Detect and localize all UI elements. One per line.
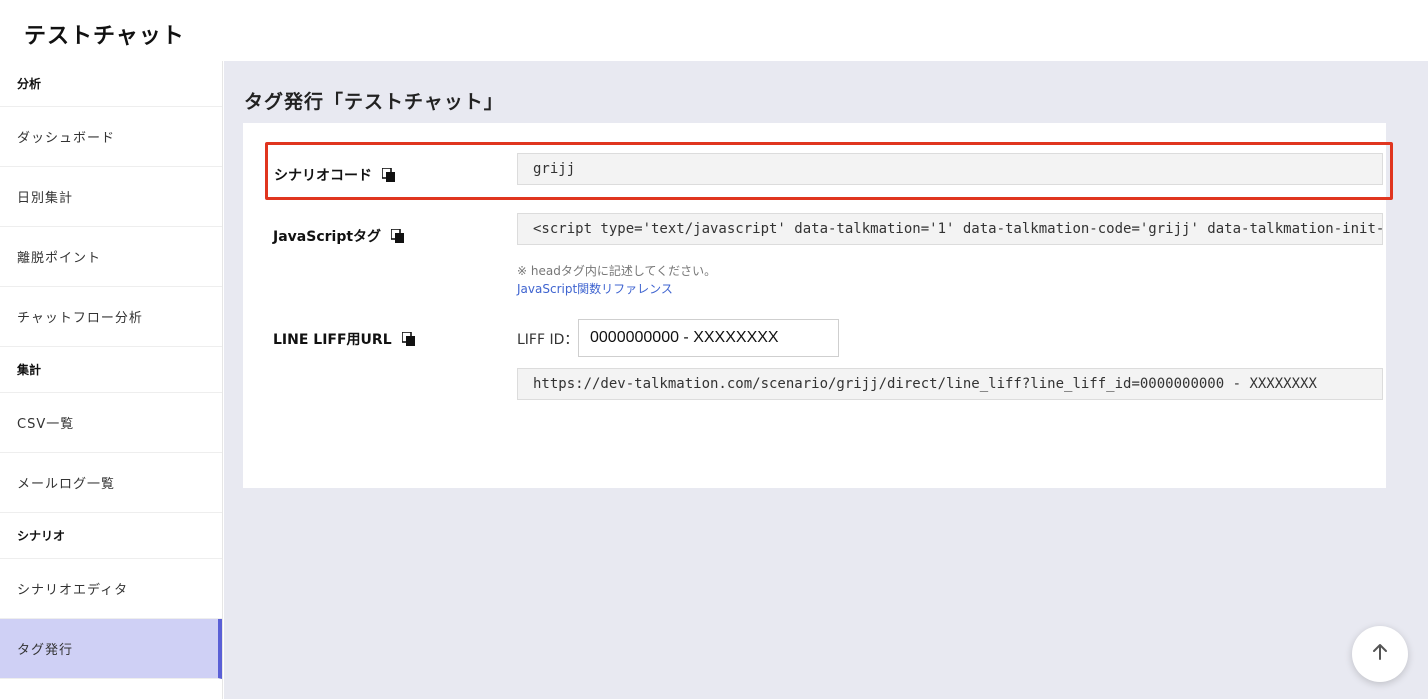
app-title: テストチャット — [24, 24, 185, 49]
sidebar-item-mail-log-list[interactable]: メールログ一覧 — [0, 453, 222, 513]
line-liff-url-label: LINE LIFF用URL — [273, 329, 416, 349]
page-title: タグ発行「テストチャット」 — [244, 91, 504, 113]
javascript-tag-value[interactable]: <script type='text/javascript' data-talk… — [517, 213, 1383, 245]
sidebar-heading-aggregation: 集計 — [0, 347, 222, 393]
sidebar-item-chat-flow-analysis[interactable]: チャットフロー分析 — [0, 287, 222, 347]
line-liff-url-label-text: LINE LIFF用URL — [273, 332, 392, 348]
arrow-up-icon — [1371, 643, 1389, 665]
sidebar-item-csv-list[interactable]: CSV一覧 — [0, 393, 222, 453]
tag-card: シナリオコード grijj JavaScriptタグ <script type=… — [243, 123, 1393, 488]
main-content: タグ発行「テストチャット」 シナリオコード grijj JavaScriptタグ… — [224, 61, 1428, 699]
sidebar-item-scenario-editor[interactable]: シナリオエディタ — [0, 559, 222, 619]
liff-id-label: LIFF ID： — [517, 332, 579, 348]
javascript-reference-link[interactable]: JavaScript関数リファレンス — [517, 280, 673, 297]
sidebar-item-daily-summary[interactable]: 日別集計 — [0, 167, 222, 227]
javascript-tag-label-text: JavaScriptタグ — [273, 229, 382, 245]
sidebar-item-exit-points[interactable]: 離脱ポイント — [0, 227, 222, 287]
copy-icon[interactable] — [400, 330, 416, 347]
liff-id-input[interactable] — [578, 319, 839, 357]
sidebar-item-tag-issue[interactable]: タグ発行 — [0, 619, 222, 679]
sidebar-heading-scenario: シナリオ — [0, 513, 222, 559]
sidebar: 分析 ダッシュボード 日別集計 離脱ポイント チャットフロー分析 集計 CSV一… — [0, 61, 223, 699]
sidebar-item-dashboard[interactable]: ダッシュボード — [0, 107, 222, 167]
sidebar-heading-analysis: 分析 — [0, 61, 222, 107]
line-liff-url-value[interactable]: https://dev-talkmation.com/scenario/grij… — [517, 368, 1383, 400]
copy-icon[interactable] — [381, 166, 396, 183]
app-header: テストチャット — [0, 0, 1428, 61]
javascript-tag-label: JavaScriptタグ — [273, 226, 405, 246]
copy-icon[interactable] — [390, 227, 405, 244]
scenario-code-label-text: シナリオコード — [274, 168, 372, 184]
scroll-to-top-button[interactable] — [1352, 626, 1408, 682]
scenario-code-value[interactable]: grijj — [517, 153, 1383, 185]
scenario-code-label: シナリオコード — [274, 165, 396, 185]
javascript-tag-note: ※ headタグ内に記述してください。 — [517, 264, 717, 278]
